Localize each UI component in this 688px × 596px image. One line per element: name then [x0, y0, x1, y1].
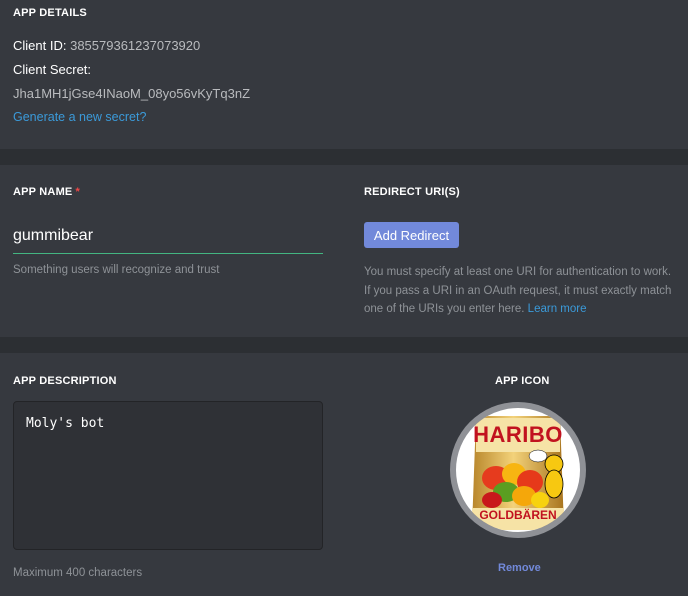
client-id-row: Client ID: 385579361237073920: [13, 38, 200, 53]
app-description-textarea[interactable]: Moly's bot: [13, 401, 323, 550]
remove-icon-link[interactable]: Remove: [498, 562, 541, 574]
app-details-section: APP DETAILS Client ID: 38557936123707392…: [0, 0, 688, 149]
app-name-label: APP NAME *: [13, 186, 80, 198]
redirect-uris-label: REDIRECT URI(S): [364, 186, 460, 198]
required-marker: *: [75, 186, 80, 198]
client-id-value: 385579361237073920: [70, 38, 201, 53]
app-name-hint: Something users will recognize and trust: [13, 264, 220, 276]
haribo-brand-text: HARIBO: [473, 422, 563, 447]
generate-secret-link[interactable]: Generate a new secret?: [13, 110, 146, 124]
client-secret-value: Jha1MH1jGse4INaoM_08yo56vKyTq3nZ: [13, 86, 251, 101]
haribo-bag-image: HARIBO GOLDBÄREN: [456, 408, 580, 532]
description-max-hint: Maximum 400 characters: [13, 567, 143, 579]
redirect-help-text: You must specify at least one URI for au…: [364, 263, 679, 319]
app-description-label: APP DESCRIPTION: [13, 375, 117, 387]
learn-more-link[interactable]: Learn more: [528, 303, 587, 315]
app-icon-label: APP ICON: [495, 375, 550, 387]
client-id-label: Client ID:: [13, 38, 67, 53]
redirect-help-description: You must specify at least one URI for au…: [364, 266, 672, 315]
add-redirect-button[interactable]: Add Redirect: [364, 222, 459, 248]
haribo-product-text: GOLDBÄREN: [479, 508, 557, 522]
client-secret-label: Client Secret:: [13, 62, 92, 77]
section-divider: [0, 149, 688, 165]
section-divider-2: [0, 337, 688, 353]
app-details-heading: APP DETAILS: [13, 7, 87, 19]
app-icon-avatar[interactable]: HARIBO GOLDBÄREN: [450, 402, 586, 538]
app-name-input[interactable]: [13, 218, 323, 254]
app-name-label-text: APP NAME: [13, 186, 73, 198]
